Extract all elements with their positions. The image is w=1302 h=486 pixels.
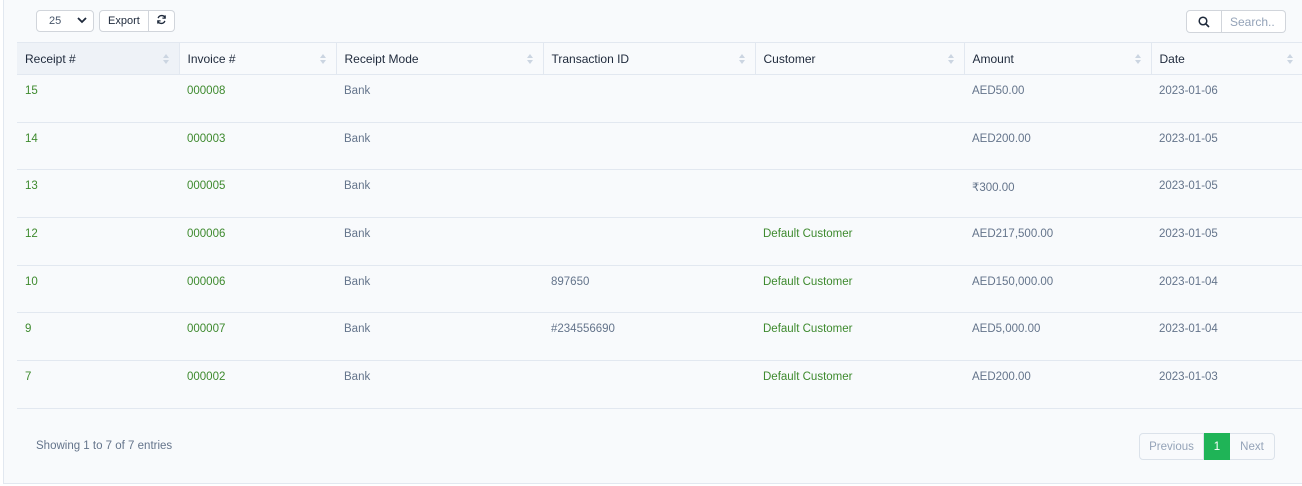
transaction-id-cell: [543, 217, 755, 266]
column-header-date[interactable]: Date: [1151, 42, 1302, 75]
table-toolbar: 25 Export: [36, 10, 175, 32]
export-button-group: Export: [99, 10, 175, 32]
invoice-link[interactable]: 000006: [179, 265, 336, 314]
page-1-button[interactable]: 1: [1204, 433, 1230, 460]
customer-link[interactable]: Default Customer: [755, 265, 964, 314]
export-button[interactable]: Export: [99, 10, 149, 32]
column-header-invoice[interactable]: Invoice #: [179, 42, 337, 75]
transaction-id-cell: [543, 360, 755, 409]
column-header-transaction-id[interactable]: Transaction ID: [543, 42, 756, 75]
receipts-table: Receipt # Invoice # Receipt Mode Transac…: [17, 42, 1302, 409]
receipt-mode-cell: Bank: [336, 74, 543, 123]
column-header-receipt[interactable]: Receipt #: [17, 42, 180, 75]
amount-cell: AED150,000.00: [964, 265, 1151, 314]
amount-cell: ₹300.00: [964, 169, 1151, 219]
customer-link[interactable]: [755, 74, 964, 123]
receipt-mode-cell: Bank: [336, 312, 543, 362]
invoice-link[interactable]: 000007: [179, 312, 336, 362]
receipt-mode-cell: Bank: [336, 217, 543, 266]
invoice-link[interactable]: 000005: [179, 169, 336, 219]
column-header-customer[interactable]: Customer: [755, 42, 965, 75]
search-input[interactable]: [1222, 10, 1286, 33]
sort-icon: [947, 54, 954, 64]
refresh-button[interactable]: [148, 10, 175, 32]
sort-icon: [526, 54, 533, 64]
table-row: 15 000008 Bank AED50.00 2023-01-06: [17, 74, 1302, 123]
column-header-amount[interactable]: Amount: [964, 42, 1152, 75]
refresh-icon: [156, 14, 167, 28]
date-cell: 2023-01-03: [1151, 360, 1302, 409]
receipt-link[interactable]: 9: [17, 312, 179, 362]
column-label: Invoice #: [187, 51, 236, 66]
receipt-mode-cell: Bank: [336, 360, 543, 409]
receipt-link[interactable]: 12: [17, 217, 179, 266]
transaction-id-cell: 897650: [543, 265, 755, 314]
date-cell: 2023-01-04: [1151, 312, 1302, 362]
customer-link[interactable]: Default Customer: [755, 312, 964, 362]
next-page-button[interactable]: Next: [1230, 433, 1275, 460]
date-cell: 2023-01-05: [1151, 217, 1302, 266]
date-cell: 2023-01-05: [1151, 169, 1302, 219]
column-label: Receipt #: [25, 51, 76, 66]
chevron-down-icon: [77, 16, 87, 27]
sort-icon: [1287, 54, 1293, 64]
date-cell: 2023-01-05: [1151, 122, 1302, 171]
column-label: Customer: [763, 51, 816, 66]
pagination: Previous 1 Next: [1139, 433, 1275, 460]
search-icon[interactable]: [1186, 10, 1222, 33]
table-row: 10 000006 Bank 897650 Default Customer A…: [17, 265, 1302, 314]
transaction-id-cell: [543, 74, 755, 123]
customer-link[interactable]: Default Customer: [755, 360, 964, 409]
receipt-link[interactable]: 7: [17, 360, 179, 409]
receipt-mode-cell: Bank: [336, 169, 543, 219]
table-row: 12 000006 Bank Default Customer AED217,5…: [17, 217, 1302, 266]
column-label: Amount: [972, 51, 1014, 66]
amount-cell: AED200.00: [964, 360, 1151, 409]
column-label: Receipt Mode: [344, 51, 419, 66]
customer-link[interactable]: [755, 169, 964, 219]
invoice-link[interactable]: 000008: [179, 74, 336, 123]
customer-link[interactable]: [755, 122, 964, 171]
sort-icon: [319, 54, 326, 64]
sort-icon: [162, 54, 169, 64]
sort-icon: [1134, 54, 1141, 64]
transaction-id-cell: [543, 169, 755, 219]
amount-cell: AED5,000.00: [964, 312, 1151, 362]
invoice-link[interactable]: 000003: [179, 122, 336, 171]
page-length-value: 25: [49, 15, 62, 27]
invoice-link[interactable]: 000002: [179, 360, 336, 409]
table-row: 7 000002 Bank Default Customer AED200.00…: [17, 360, 1302, 409]
sort-icon: [738, 54, 745, 64]
table-search: [1186, 10, 1286, 33]
invoice-link[interactable]: 000006: [179, 217, 336, 266]
receipt-mode-cell: Bank: [336, 122, 543, 171]
table-row: 14 000003 Bank AED200.00 2023-01-05: [17, 122, 1302, 171]
table-row: 9 000007 Bank #234556690 Default Custome…: [17, 312, 1302, 362]
receipt-link[interactable]: 14: [17, 122, 179, 171]
date-cell: 2023-01-06: [1151, 74, 1302, 123]
amount-cell: AED200.00: [964, 122, 1151, 171]
customer-link[interactable]: Default Customer: [755, 217, 964, 266]
page-length-select[interactable]: 25: [36, 10, 94, 32]
amount-cell: AED50.00: [964, 74, 1151, 123]
column-label: Transaction ID: [551, 51, 630, 66]
receipt-link[interactable]: 10: [17, 265, 179, 314]
receipts-panel: 25 Export Receipt # Invoi: [3, 0, 1302, 484]
amount-cell: AED217,500.00: [964, 217, 1151, 266]
column-header-receipt-mode[interactable]: Receipt Mode: [336, 42, 544, 75]
transaction-id-cell: #234556690: [543, 312, 755, 362]
previous-page-button[interactable]: Previous: [1139, 433, 1204, 460]
table-header-row: Receipt # Invoice # Receipt Mode Transac…: [17, 42, 1302, 75]
column-label: Date: [1159, 51, 1185, 66]
receipt-link[interactable]: 15: [17, 74, 179, 123]
table-info: Showing 1 to 7 of 7 entries: [36, 440, 173, 452]
date-cell: 2023-01-04: [1151, 265, 1302, 314]
transaction-id-cell: [543, 122, 755, 171]
receipt-mode-cell: Bank: [336, 265, 543, 314]
receipt-link[interactable]: 13: [17, 169, 179, 219]
table-row: 13 000005 Bank ₹300.00 2023-01-05: [17, 169, 1302, 219]
